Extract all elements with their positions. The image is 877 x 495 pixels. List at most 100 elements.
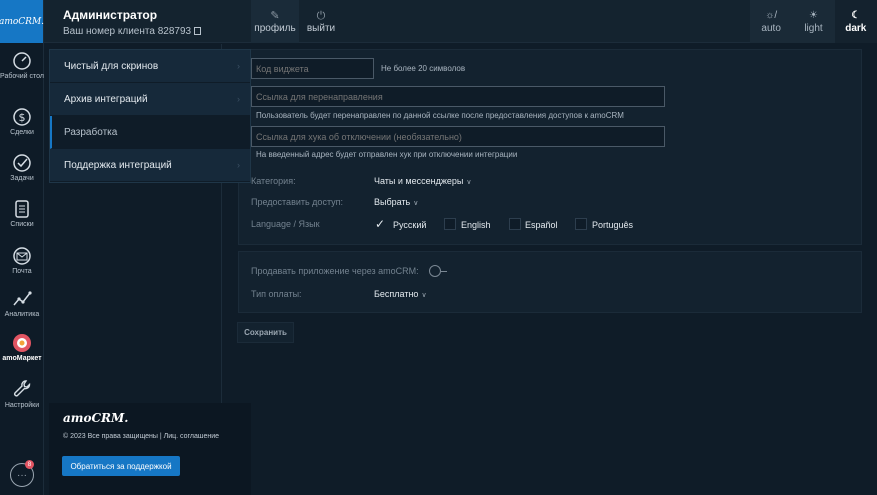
rail-item-lists[interactable]: Списки	[0, 199, 44, 229]
pencil-icon: ✎	[270, 10, 280, 22]
footer-logo: amoCRM.	[63, 411, 129, 425]
footer-copyright[interactable]: © 2023 Все права защищены | Лиц. соглаше…	[63, 433, 251, 440]
sell-app-toggle[interactable]	[429, 265, 447, 277]
rail-item-settings[interactable]: Настройки	[0, 378, 44, 410]
moon-icon: ☾	[851, 10, 861, 21]
top-header: Администратор Ваш номер клиента 828793 ✎…	[44, 0, 877, 43]
category-label: Категория:	[251, 176, 296, 186]
rail-item-label: Сделки	[10, 129, 34, 136]
rail-item-label: amoМаркет	[2, 355, 42, 362]
hook-url-hint: На введенный адрес будет отправлен хук п…	[256, 150, 518, 159]
sell-app-label: Продавать приложение через amoCRM:	[251, 266, 419, 276]
menu-item-archive[interactable]: Архив интеграций ›	[50, 83, 250, 116]
category-value: Чаты и мессенджеры	[374, 176, 464, 186]
sun-icon: ☀	[809, 10, 818, 21]
language-checkbox-pt[interactable]	[575, 218, 587, 230]
theme-dark[interactable]: ☾ dark	[834, 0, 877, 43]
profile-label: профиль	[254, 23, 296, 34]
dollar-icon: $	[13, 108, 31, 126]
access-label: Предоставить доступ:	[251, 197, 344, 207]
analytics-icon	[13, 291, 32, 306]
chevron-down-icon: ∨	[466, 179, 472, 186]
exit-label: выйти	[306, 23, 336, 34]
rail-item-mail[interactable]: Почта	[0, 246, 44, 276]
user-name: Администратор	[63, 8, 158, 22]
sales-settings-panel: Продавать приложение через amoCRM: Тип о…	[238, 251, 862, 313]
language-label: Language / Язык	[251, 219, 320, 229]
check-circle-icon	[13, 154, 31, 172]
rail-item-label: Аналитика	[4, 311, 40, 318]
widget-code-input[interactable]	[251, 58, 374, 79]
rail-item-label: Настройки	[4, 402, 40, 409]
menu-item-label: Архив интеграций	[64, 93, 148, 105]
user-block: Администратор Ваш номер клиента 828793	[44, 0, 250, 43]
chevron-down-icon: ∨	[413, 200, 419, 207]
theme-label: light	[804, 23, 823, 34]
menu-item-label: Чистый для скринов	[64, 60, 159, 72]
theme-label: dark	[845, 23, 867, 34]
app-logo[interactable]: amoCRM.	[0, 0, 44, 43]
language-checkbox-en[interactable]	[444, 218, 456, 230]
access-select[interactable]: Выбрать ∨	[374, 197, 418, 207]
mail-icon	[13, 247, 31, 265]
chevron-down-icon: ∨	[421, 292, 427, 299]
client-number-row: Ваш номер клиента 828793	[63, 26, 250, 37]
theme-light[interactable]: ☀ light	[792, 0, 834, 43]
language-label-ru: Русский	[393, 220, 427, 230]
language-label-pt: Português	[592, 220, 634, 230]
chat-icon: ···	[17, 469, 27, 481]
rail-item-label: Задачи	[10, 175, 34, 182]
chevron-right-icon: ›	[237, 94, 240, 104]
language-label-es: Español	[525, 220, 558, 230]
redirect-url-hint: Пользователь будет перенаправлен по данн…	[256, 111, 624, 120]
payment-type-value: Бесплатно	[374, 289, 419, 299]
list-icon	[15, 200, 29, 218]
chevron-right-icon: ›	[237, 160, 240, 170]
category-select[interactable]: Чаты и мессенджеры ∨	[374, 176, 471, 186]
rail-item-label: Рабочий стол	[0, 73, 44, 80]
rail-item-label: Почта	[12, 268, 32, 275]
menu-item-clean[interactable]: Чистый для скринов ›	[50, 50, 250, 83]
hook-url-input[interactable]	[251, 126, 665, 147]
theme-label: auto	[761, 23, 781, 34]
rail-item-deals[interactable]: $ Сделки	[0, 107, 44, 137]
integrations-menu: Чистый для скринов › Архив интеграций › Ра…	[49, 49, 251, 183]
sidebar-footer: amoCRM. © 2023 Все права защищены | Лиц.…	[49, 403, 251, 495]
rail-item-dashboard[interactable]: Рабочий стол	[0, 51, 44, 81]
market-icon	[13, 334, 31, 352]
rail-item-label: Списки	[10, 221, 34, 228]
menu-item-development[interactable]: Разработка	[50, 116, 250, 149]
svg-text:$: $	[19, 111, 26, 124]
save-button[interactable]: Сохранить	[237, 322, 294, 343]
menu-item-label: Поддержка интеграций	[64, 159, 172, 171]
wrench-icon	[14, 380, 31, 397]
access-value: Выбрать	[374, 197, 411, 207]
language-label-en: English	[461, 220, 491, 230]
rail-item-tasks[interactable]: Задачи	[0, 153, 44, 183]
chat-badge: 8	[25, 460, 34, 469]
menu-item-label: Разработка	[64, 126, 118, 138]
language-checkbox-ru[interactable]: ✓	[375, 218, 387, 230]
rail-item-market[interactable]: amoМаркет	[0, 333, 44, 363]
client-number: Ваш номер клиента 828793	[63, 26, 192, 37]
language-checkbox-es[interactable]	[509, 218, 521, 230]
profile-button[interactable]: ✎ профиль	[251, 0, 299, 43]
left-rail: amoCRM. Рабочий стол $ Сделки Задачи Спи…	[0, 0, 44, 495]
chevron-right-icon: ›	[237, 61, 240, 71]
menu-item-support[interactable]: Поддержка интеграций ›	[50, 149, 250, 182]
exit-button[interactable]: ⏻ выйти	[301, 0, 341, 43]
theme-switch: ☼/ auto ☀ light ☾ dark	[750, 0, 877, 43]
power-icon: ⏻	[316, 10, 326, 22]
theme-auto[interactable]: ☼/ auto	[750, 0, 792, 43]
copy-icon[interactable]	[194, 27, 202, 35]
app-root: amoCRM. Рабочий стол $ Сделки Задачи Спи…	[0, 0, 877, 495]
integration-form-panel: Не более 20 символов Пользователь будет …	[238, 49, 862, 245]
support-button[interactable]: Обратиться за поддержкой	[62, 456, 180, 476]
payment-type-label: Тип оплаты:	[251, 289, 302, 299]
rail-item-analytics[interactable]: Аналитика	[0, 289, 44, 319]
payment-type-select[interactable]: Бесплатно ∨	[374, 289, 427, 299]
auto-theme-icon: ☼/	[765, 10, 778, 21]
widget-code-hint: Не более 20 символов	[381, 64, 466, 73]
redirect-url-input[interactable]	[251, 86, 665, 107]
dashboard-gauge-icon	[13, 52, 31, 70]
